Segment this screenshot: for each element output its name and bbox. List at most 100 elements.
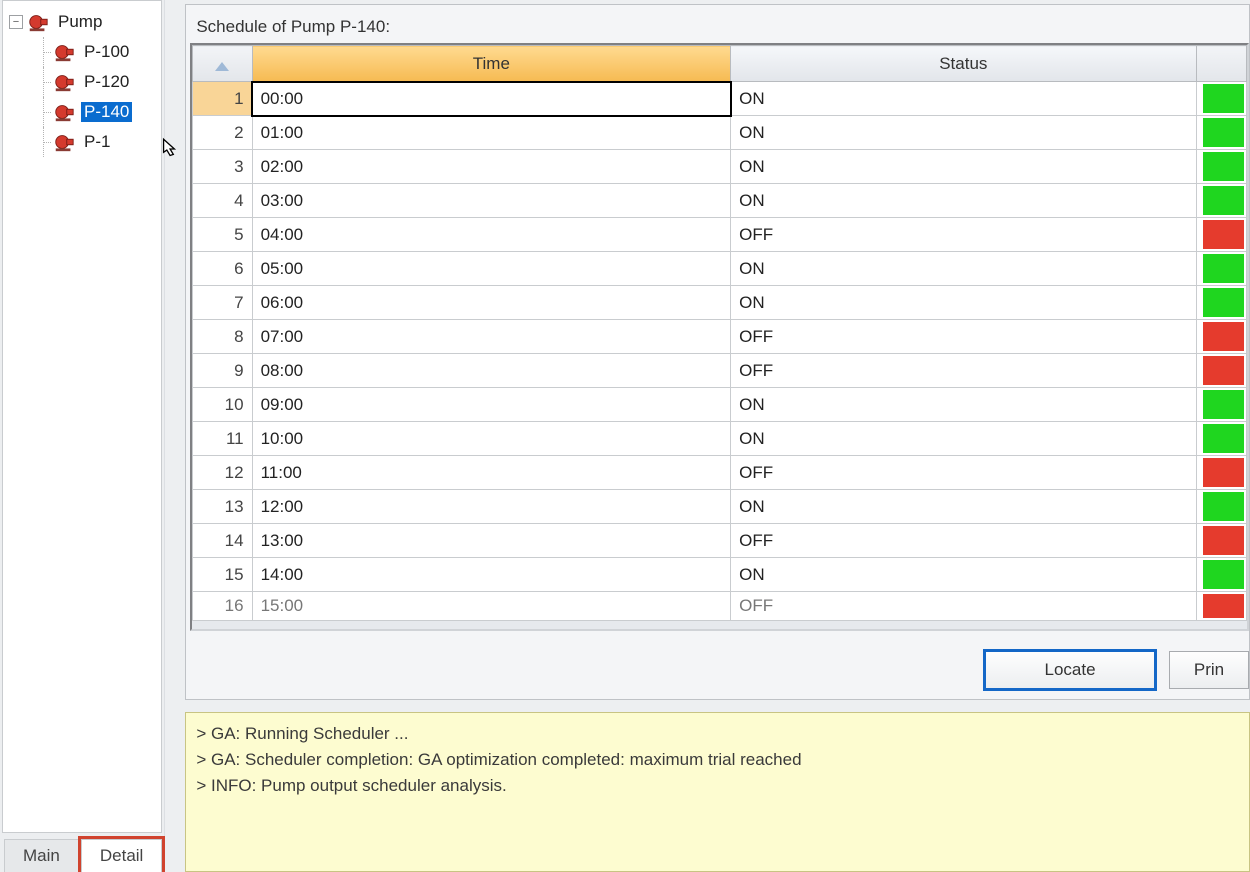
tree-item-p-1[interactable]: P-1	[35, 127, 157, 157]
tree-connector	[37, 37, 51, 67]
tree-panel[interactable]: − Pump P-100P-120 P-140 P-1	[2, 0, 162, 833]
cell-status[interactable]: ON	[731, 286, 1196, 320]
cell-time[interactable]: 06:00	[252, 286, 731, 320]
row-number[interactable]: 15	[193, 558, 252, 592]
cell-status[interactable]: ON	[731, 150, 1196, 184]
tab-main[interactable]: Main	[4, 839, 79, 872]
cell-time[interactable]: 03:00	[252, 184, 731, 218]
cell-time[interactable]: 12:00	[252, 490, 731, 524]
cell-status[interactable]: ON	[731, 558, 1196, 592]
collapse-icon[interactable]: −	[9, 15, 23, 29]
tree-item-p-100[interactable]: P-100	[35, 37, 157, 67]
status-color	[1196, 422, 1247, 456]
cell-status[interactable]: OFF	[731, 320, 1196, 354]
log-panel[interactable]: > GA: Running Scheduler ...> GA: Schedul…	[185, 712, 1250, 872]
table-row[interactable]: 1211:00OFF	[193, 456, 1247, 490]
cell-status[interactable]: OFF	[731, 592, 1196, 621]
table-row[interactable]: 1615:00OFF	[193, 592, 1247, 621]
row-number[interactable]: 14	[193, 524, 252, 558]
cell-time[interactable]: 14:00	[252, 558, 731, 592]
table-row[interactable]: 201:00ON	[193, 116, 1247, 150]
status-color	[1196, 218, 1247, 252]
row-number[interactable]: 7	[193, 286, 252, 320]
cell-status[interactable]: OFF	[731, 218, 1196, 252]
table-row[interactable]: 100:00ON	[193, 82, 1247, 116]
table-row[interactable]: 403:00ON	[193, 184, 1247, 218]
cell-time[interactable]: 10:00	[252, 422, 731, 456]
status-color	[1196, 592, 1247, 621]
status-color	[1196, 354, 1247, 388]
schedule-panel: Schedule of Pump P-140: Time Status 100:…	[185, 4, 1250, 700]
row-number[interactable]: 16	[193, 592, 252, 621]
schedule-grid[interactable]: Time Status 100:00ON201:00ON302:00ON403:…	[190, 43, 1249, 631]
row-number[interactable]: 1	[193, 82, 252, 116]
tree-item-p-140[interactable]: P-140	[35, 97, 157, 127]
table-row[interactable]: 605:00ON	[193, 252, 1247, 286]
status-color	[1196, 456, 1247, 490]
cell-time[interactable]: 13:00	[252, 524, 731, 558]
row-number[interactable]: 13	[193, 490, 252, 524]
col-status[interactable]: Status	[731, 46, 1196, 82]
pump-icon	[27, 11, 49, 33]
row-number[interactable]: 4	[193, 184, 252, 218]
table-row[interactable]: 1312:00ON	[193, 490, 1247, 524]
tab-detail[interactable]: Detail	[81, 839, 162, 872]
locate-button[interactable]: Locate	[985, 651, 1155, 689]
cell-time[interactable]: 11:00	[252, 456, 731, 490]
status-color	[1196, 524, 1247, 558]
pump-icon	[53, 101, 75, 123]
cell-status[interactable]: ON	[731, 388, 1196, 422]
cell-status[interactable]: ON	[731, 490, 1196, 524]
cell-time[interactable]: 04:00	[252, 218, 731, 252]
print-button[interactable]: Prin	[1169, 651, 1249, 689]
col-color[interactable]	[1196, 46, 1247, 82]
row-number[interactable]: 12	[193, 456, 252, 490]
status-color	[1196, 252, 1247, 286]
row-number[interactable]: 8	[193, 320, 252, 354]
cell-status[interactable]: ON	[731, 422, 1196, 456]
cell-time[interactable]: 08:00	[252, 354, 731, 388]
table-row[interactable]: 302:00ON	[193, 150, 1247, 184]
cell-status[interactable]: ON	[731, 82, 1196, 116]
row-number[interactable]: 11	[193, 422, 252, 456]
row-number[interactable]: 9	[193, 354, 252, 388]
table-row[interactable]: 706:00ON	[193, 286, 1247, 320]
tree-root-pump[interactable]: − Pump	[7, 7, 157, 37]
row-number[interactable]: 2	[193, 116, 252, 150]
cell-time[interactable]: 15:00	[252, 592, 731, 621]
row-number[interactable]: 10	[193, 388, 252, 422]
tree-label: P-140	[81, 102, 132, 122]
table-row[interactable]: 1110:00ON	[193, 422, 1247, 456]
cell-time[interactable]: 00:00	[252, 82, 731, 116]
cell-time[interactable]: 05:00	[252, 252, 731, 286]
cell-status[interactable]: OFF	[731, 524, 1196, 558]
table-row[interactable]: 1514:00ON	[193, 558, 1247, 592]
status-color	[1196, 388, 1247, 422]
table-row[interactable]: 1009:00ON	[193, 388, 1247, 422]
cell-time[interactable]: 09:00	[252, 388, 731, 422]
status-color	[1196, 320, 1247, 354]
cell-status[interactable]: ON	[731, 252, 1196, 286]
col-time[interactable]: Time	[252, 46, 731, 82]
cell-time[interactable]: 01:00	[252, 116, 731, 150]
status-color	[1196, 116, 1247, 150]
cell-time[interactable]: 02:00	[252, 150, 731, 184]
schedule-title: Schedule of Pump P-140:	[186, 17, 1249, 43]
row-number[interactable]: 6	[193, 252, 252, 286]
table-row[interactable]: 504:00OFF	[193, 218, 1247, 252]
tree-item-p-120[interactable]: P-120	[35, 67, 157, 97]
col-rownum[interactable]	[193, 46, 252, 82]
cell-status[interactable]: OFF	[731, 456, 1196, 490]
table-row[interactable]: 908:00OFF	[193, 354, 1247, 388]
cell-status[interactable]: OFF	[731, 354, 1196, 388]
table-row[interactable]: 1413:00OFF	[193, 524, 1247, 558]
table-row[interactable]: 807:00OFF	[193, 320, 1247, 354]
cell-time[interactable]: 07:00	[252, 320, 731, 354]
status-color	[1196, 150, 1247, 184]
cell-status[interactable]: ON	[731, 184, 1196, 218]
cell-status[interactable]: ON	[731, 116, 1196, 150]
row-number[interactable]: 5	[193, 218, 252, 252]
tab-strip: Main Detail	[0, 839, 164, 872]
row-number[interactable]: 3	[193, 150, 252, 184]
sort-icon	[215, 62, 229, 71]
